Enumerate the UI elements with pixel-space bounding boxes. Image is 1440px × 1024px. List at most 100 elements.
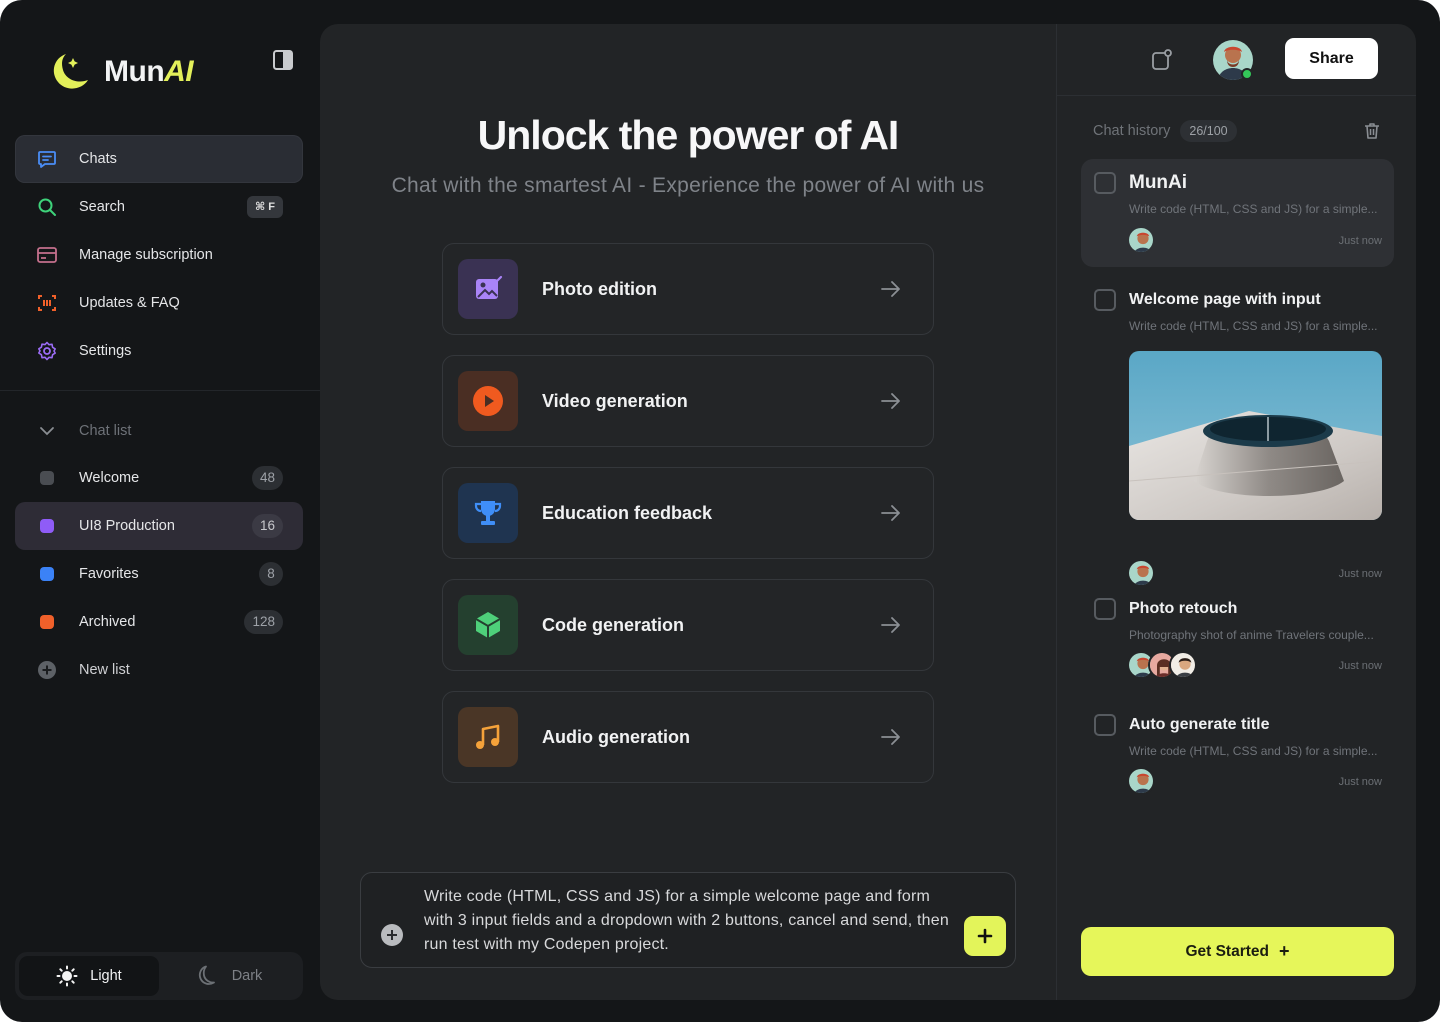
search-icon [36,196,58,218]
message-input[interactable]: Write code (HTML, CSS and JS) for a simp… [424,885,954,957]
list-count: 16 [251,514,283,538]
arrow-right-icon [881,505,900,521]
sun-icon [56,965,78,987]
plus-icon [977,928,993,944]
avatar [1169,651,1197,679]
arrow-right-icon [881,617,900,633]
list-label: UI8 Production [79,518,175,534]
chat-history-count: 26/100 [1180,120,1237,142]
list-count: 8 [259,562,283,586]
new-window-icon[interactable] [1150,48,1174,72]
list-label: Favorites [79,566,139,582]
cube-icon [458,595,518,655]
arrow-right-icon [881,281,900,297]
theme-light-button[interactable]: Light [19,956,159,996]
card-photo-edition[interactable]: Photo edition [442,243,934,335]
history-desc: Write code (HTML, CSS and JS) for a simp… [1129,202,1378,216]
chat-lists: Chat list Welcome 48 UI8 Production 16 F… [15,408,303,694]
history-time: Just now [1338,776,1382,788]
logo: MunAI [46,50,194,94]
nav-item-updates-faq[interactable]: Updates & FAQ [15,279,303,327]
plus-circle-icon [38,661,56,679]
card-label: Education feedback [542,502,713,523]
history-item-auto-generate-title[interactable]: Auto generate title Write code (HTML, CS… [1081,701,1394,809]
app-window: MunAI Chats Search ⌘ F Manage subscripti… [0,0,1440,1022]
gear-icon [36,340,58,362]
list-color-swatch [40,615,54,629]
list-item-ui8-production[interactable]: UI8 Production 16 [15,502,303,550]
chat-history-label: Chat history [1093,123,1171,139]
nav-item-manage-subscription[interactable]: Manage subscription [15,231,303,279]
card-education-feedback[interactable]: Education feedback [442,467,934,559]
history-image-thumbnail[interactable] [1129,351,1382,520]
history-item-photo-retouch[interactable]: Photo retouch Photography shot of anime … [1081,585,1394,693]
list-item-welcome[interactable]: Welcome 48 [15,454,303,502]
list-count: 128 [244,610,283,634]
send-button[interactable] [964,916,1006,956]
chat-list-header: Chat list [79,423,132,439]
theme-light-label: Light [90,968,122,984]
card-label: Video generation [542,390,688,411]
theme-toggle: Light Dark [15,952,303,1000]
history-checkbox[interactable] [1094,598,1116,620]
nav-label: Updates & FAQ [79,295,180,311]
list-color-swatch [40,471,54,485]
theme-dark-label: Dark [231,968,263,984]
moon-logo-icon [53,54,88,89]
history-item-munai[interactable]: MunAi Write code (HTML, CSS and JS) for … [1081,159,1394,267]
list-label: Welcome [79,470,140,486]
nav-label: Settings [79,343,132,359]
list-item-favorites[interactable]: Favorites 8 [15,550,303,598]
play-icon [458,371,518,431]
history-desc: Photography shot of anime Travelers coup… [1129,628,1374,642]
shortcut-badge: ⌘ F [247,196,283,218]
card-code-generation[interactable]: Code generation [442,579,934,671]
nav-item-settings[interactable]: Settings [15,327,303,375]
sidebar: MunAI Chats Search ⌘ F Manage subscripti… [0,0,320,1022]
list-item-archived[interactable]: Archived 128 [15,598,303,646]
history-title: Auto generate title [1129,716,1270,733]
scan-icon [36,292,58,314]
chat-history-header: Chat history 26/100 [1093,120,1237,142]
trophy-icon [458,483,518,543]
avatar [1127,559,1155,587]
top-bar: Share [1057,24,1416,96]
history-checkbox[interactable] [1094,714,1116,736]
message-composer[interactable]: Write code (HTML, CSS and JS) for a simp… [360,872,1016,968]
avatar [1127,767,1155,795]
history-checkbox[interactable] [1094,289,1116,311]
list-color-swatch [40,519,54,533]
hero-subtitle: Chat with the smartest AI - Experience t… [391,174,985,197]
list-count: 48 [251,466,283,490]
history-desc: Write code (HTML, CSS and JS) for a simp… [1129,744,1378,758]
history-title: MunAi [1129,172,1188,193]
music-icon [458,707,518,767]
chat-list-toggle[interactable]: Chat list [15,408,303,454]
nav-item-search[interactable]: Search ⌘ F [15,183,303,231]
get-started-button[interactable]: Get Started + [1081,927,1394,976]
sidebar-toggle-icon[interactable] [272,49,294,71]
history-checkbox[interactable] [1094,172,1116,194]
brand-name: MunAI [104,55,194,88]
photo-edit-icon [458,259,518,319]
history-desc: Write code (HTML, CSS and JS) for a simp… [1129,319,1378,333]
main-panel: Unlock the power of AI Chat with the sma… [320,24,1416,1000]
trash-icon[interactable] [1362,121,1382,141]
plus-icon [387,930,397,940]
plus-icon: + [1279,941,1290,961]
theme-dark-button[interactable]: Dark [159,956,299,996]
list-color-swatch [40,567,54,581]
nav-item-chats[interactable]: Chats [15,135,303,183]
new-list-button[interactable]: New list [15,646,303,694]
card-label: Code generation [542,614,685,635]
history-item-welcome-page[interactable]: Welcome page with input Write code (HTML… [1081,276,1394,587]
chat-icon [36,148,58,170]
moon-icon [198,965,215,985]
card-audio-generation[interactable]: Audio generation [442,691,934,783]
avatar [1127,226,1155,254]
online-status-dot [1241,68,1253,80]
attach-plus-button[interactable] [381,924,403,946]
share-button[interactable]: Share [1285,38,1378,79]
card-label: Audio generation [542,726,690,747]
card-video-generation[interactable]: Video generation [442,355,934,447]
